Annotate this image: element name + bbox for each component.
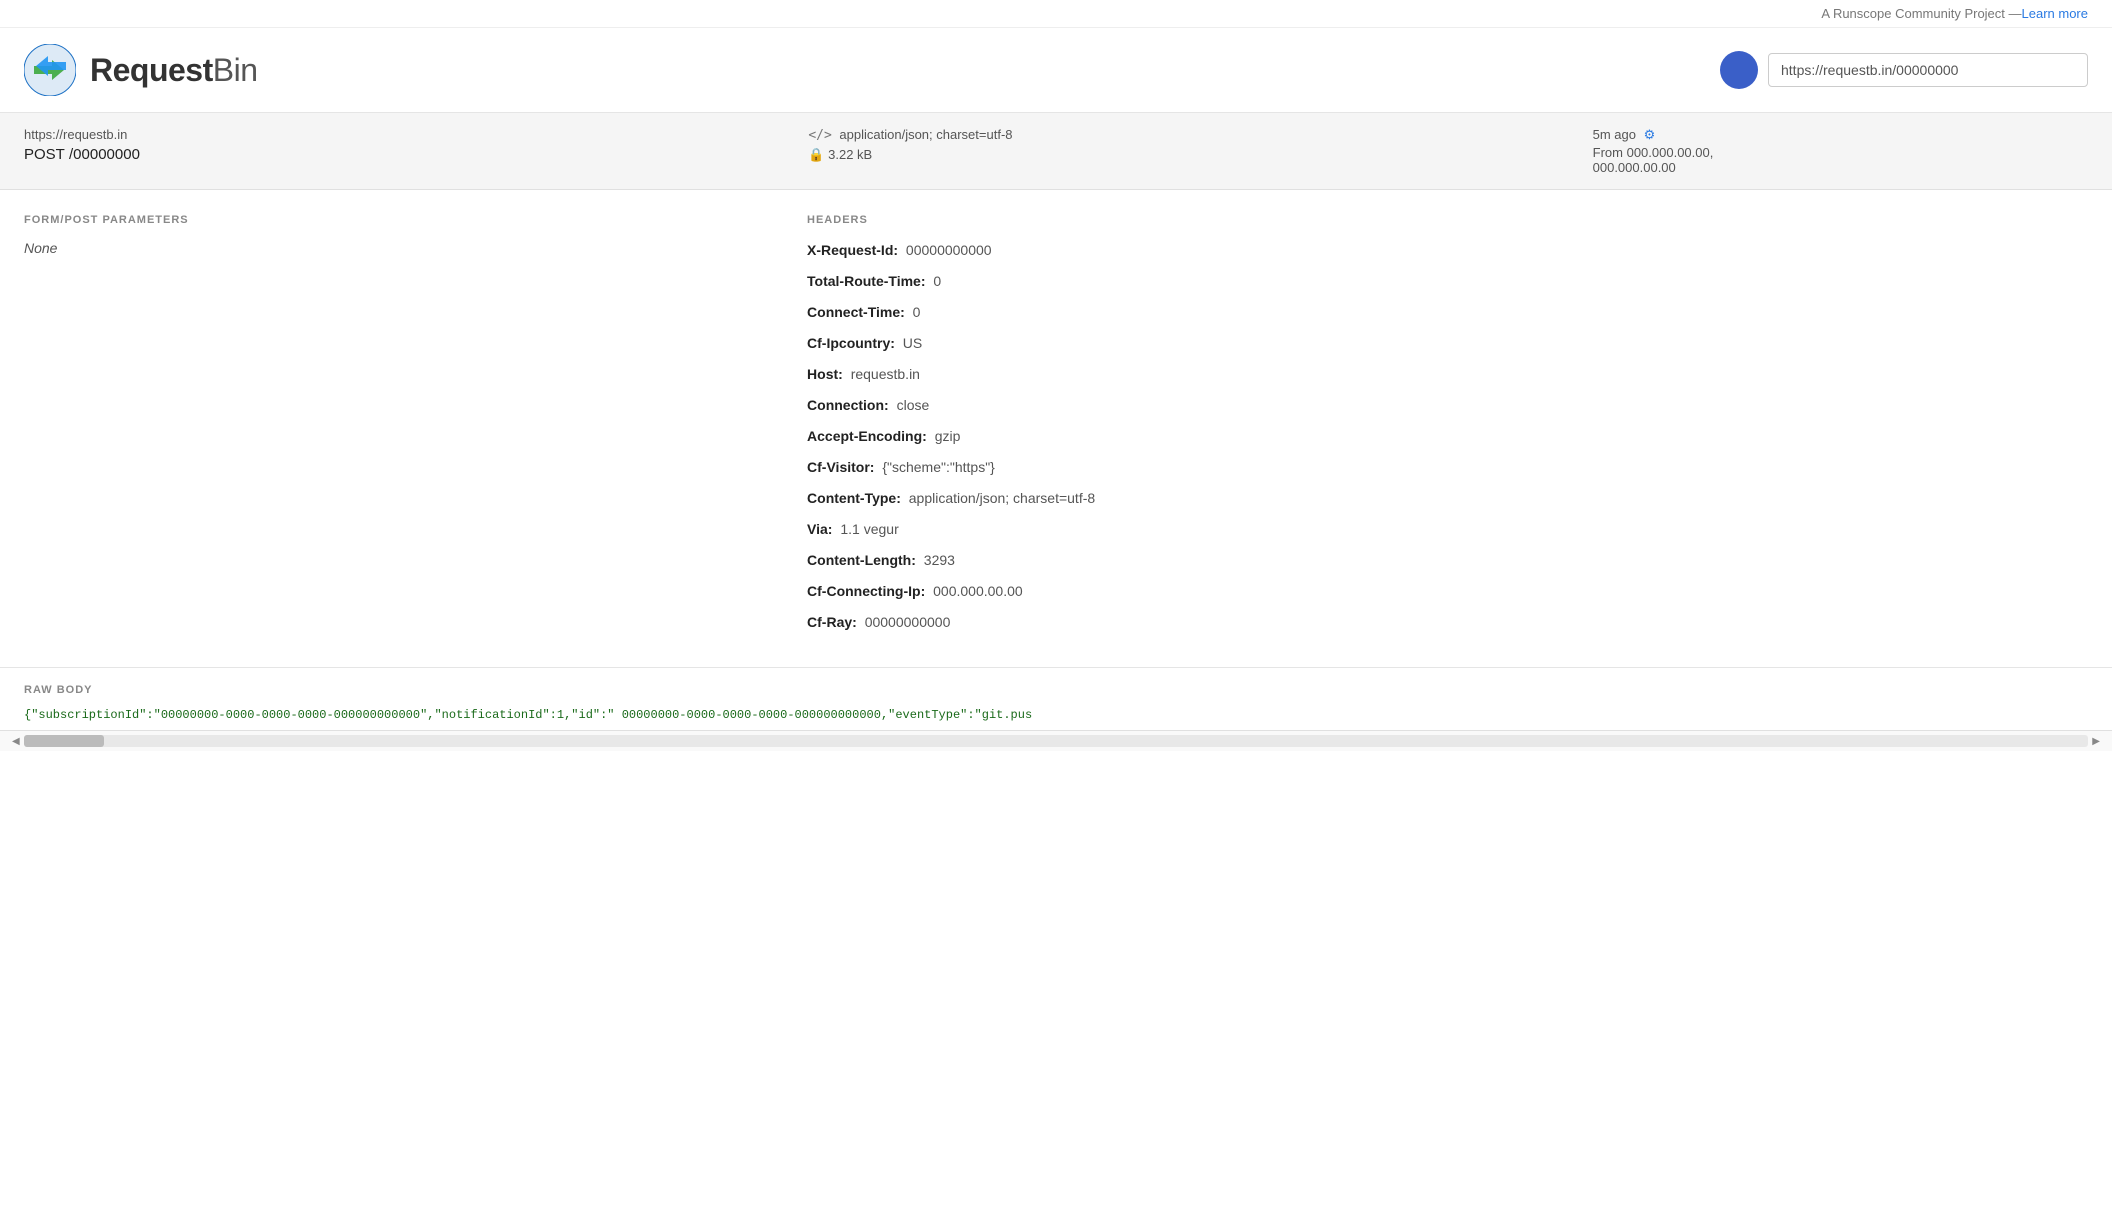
header-key: Cf-Ray: [807, 614, 857, 630]
from-label: From [1593, 145, 1623, 160]
banner-url: https://requestb.in [24, 127, 808, 142]
header-value: requestb.in [847, 366, 920, 382]
learn-more-link[interactable]: Learn more [2022, 6, 2088, 21]
scroll-left-arrow[interactable]: ◀ [8, 736, 24, 747]
scroll-right-arrow[interactable]: ▶ [2088, 736, 2104, 747]
content-type-value: application/json; charset=utf-8 [839, 127, 1012, 142]
raw-body-section: RAW BODY {"subscriptionId":"00000000-000… [0, 667, 2112, 730]
header-value: 00000000000 [902, 242, 992, 258]
header-key: Cf-Ipcountry: [807, 335, 895, 351]
header-key: Via: [807, 521, 832, 537]
header-value: 1.1 vegur [836, 521, 898, 537]
header-row: Content-Type: application/json; charset=… [807, 488, 2088, 509]
code-icon: </> [808, 128, 831, 143]
header-value: US [899, 335, 922, 351]
header-key: Connect-Time: [807, 304, 905, 320]
header-row: Connect-Time: 0 [807, 302, 2088, 323]
request-banner: https://requestb.in POST /00000000 </> a… [0, 113, 2112, 190]
banner-col-time: 5m ago ⚙ From 000.000.00.00, 000.000.00.… [1593, 127, 2088, 175]
header: RequestBin [0, 28, 2112, 113]
form-post-section-title: FORM/POST PARAMETERS [24, 214, 767, 226]
header-row: Cf-Visitor: {"scheme":"https"} [807, 457, 2088, 478]
header-row: Connection: close [807, 395, 2088, 416]
header-key: Accept-Encoding: [807, 428, 927, 444]
main-content: FORM/POST PARAMETERS None HEADERS X-Requ… [0, 190, 2112, 667]
scrollbar-area: ◀ ▶ [0, 730, 2112, 751]
top-bar: A Runscope Community Project — Learn mor… [0, 0, 2112, 28]
header-row: Accept-Encoding: gzip [807, 426, 2088, 447]
logo-text: RequestBin [90, 52, 258, 89]
method-path: /00000000 [69, 146, 140, 163]
banner-col-request: https://requestb.in POST /00000000 [24, 127, 808, 163]
raw-body-content: {"subscriptionId":"00000000-0000-0000-00… [24, 708, 2088, 730]
header-row: Host: requestb.in [807, 364, 2088, 385]
banner-from: From 000.000.00.00, 000.000.00.00 [1593, 145, 2088, 175]
time-ago-text: 5m ago [1593, 127, 1636, 142]
community-text: A Runscope Community Project — [1821, 6, 2021, 21]
header-key: X-Request-Id: [807, 242, 898, 258]
header-row: Total-Route-Time: 0 [807, 271, 2088, 292]
header-key: Connection: [807, 397, 889, 413]
header-value: 0 [930, 273, 942, 289]
header-value: application/json; charset=utf-8 [905, 490, 1095, 506]
banner-size: 🔒 3.22 kB [808, 147, 1592, 163]
headers-section-title: HEADERS [807, 214, 2088, 226]
banner-method: POST /00000000 [24, 146, 808, 163]
header-row: Cf-Ipcountry: US [807, 333, 2088, 354]
scrollbar-thumb[interactable] [24, 735, 104, 747]
header-value: {"scheme":"https"} [878, 459, 994, 475]
header-value: 0 [909, 304, 921, 320]
method-label: POST [24, 146, 65, 163]
header-key: Cf-Visitor: [807, 459, 874, 475]
raw-body-title: RAW BODY [24, 684, 2088, 696]
url-circle-indicator [1720, 51, 1758, 89]
header-value: close [893, 397, 930, 413]
right-panel: HEADERS X-Request-Id: 00000000000 Total-R… [807, 214, 2088, 643]
form-post-value: None [24, 240, 767, 256]
header-row: Cf-Ray: 00000000000 [807, 612, 2088, 633]
lock-icon: 🔒 [808, 147, 824, 162]
header-value: 000.000.00.00 [929, 583, 1022, 599]
header-value: 00000000000 [861, 614, 951, 630]
header-key: Cf-Connecting-Ip: [807, 583, 925, 599]
banner-time: 5m ago ⚙ [1593, 127, 2088, 143]
header-row: Cf-Connecting-Ip: 000.000.00.00 [807, 581, 2088, 602]
logo-request: Request [90, 52, 213, 88]
url-input[interactable] [1768, 53, 2088, 87]
header-value: 3293 [920, 552, 955, 568]
logo-icon [24, 44, 76, 96]
logo-area: RequestBin [24, 44, 258, 96]
link-icon: ⚙ [1644, 127, 1656, 142]
scrollbar-track[interactable] [24, 735, 2089, 747]
header-row: X-Request-Id: 00000000000 [807, 240, 2088, 261]
header-value: gzip [931, 428, 961, 444]
headers-list: X-Request-Id: 00000000000 Total-Route-Tim… [807, 240, 2088, 633]
logo-bin: Bin [213, 52, 258, 88]
header-key: Host: [807, 366, 843, 382]
header-key: Total-Route-Time: [807, 273, 925, 289]
header-key: Content-Type: [807, 490, 901, 506]
from-ip1: 000.000.00.00, [1627, 145, 1714, 160]
header-row: Content-Length: 3293 [807, 550, 2088, 571]
size-value: 3.22 kB [828, 147, 872, 162]
banner-col-content: </> application/json; charset=utf-8 🔒 3.… [808, 127, 1592, 163]
from-ip2: 000.000.00.00 [1593, 160, 1676, 175]
left-panel: FORM/POST PARAMETERS None [24, 214, 767, 643]
header-key: Content-Length: [807, 552, 916, 568]
header-row: Via: 1.1 vegur [807, 519, 2088, 540]
banner-content-type: </> application/json; charset=utf-8 [808, 127, 1592, 143]
header-right [1720, 51, 2088, 89]
